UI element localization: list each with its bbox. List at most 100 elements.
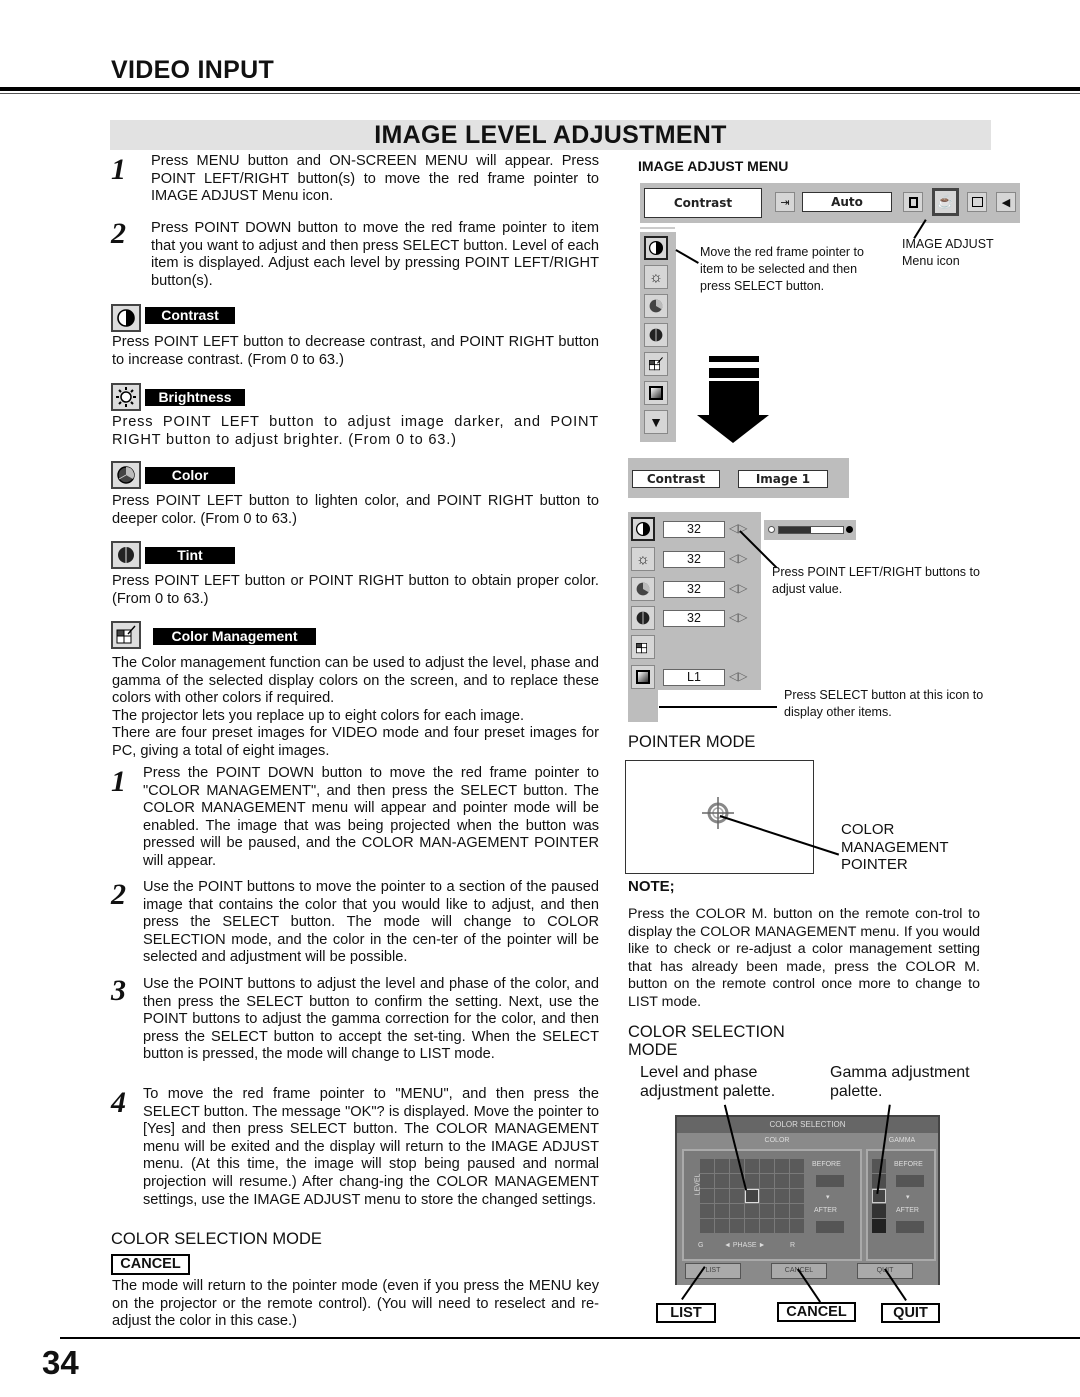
brightness-icon xyxy=(111,383,141,411)
section-title: VIDEO INPUT xyxy=(111,56,275,84)
left-right-arrows-icon[interactable]: ◁▷ xyxy=(729,521,747,535)
item-description: Press POINT LEFT button to lighten color… xyxy=(112,493,599,527)
grid-cell[interactable] xyxy=(700,1159,714,1173)
note-heading: NOTE; xyxy=(628,878,675,895)
grid-cell[interactable] xyxy=(790,1204,804,1218)
step-text: Press the POINT DOWN button to move the … xyxy=(143,765,599,869)
color-selection-dialog: COLOR SELECTION COLOR GAMMA LEVEL G ◄ PH… xyxy=(675,1115,940,1285)
tint-icon[interactable] xyxy=(631,606,655,630)
callout-pointer-label: COLOR MANAGEMENT POINTER xyxy=(841,821,949,873)
grid-cell[interactable] xyxy=(700,1174,714,1188)
grid-cell[interactable] xyxy=(730,1189,744,1203)
grid-cell[interactable] xyxy=(760,1219,774,1233)
grid-cell[interactable] xyxy=(775,1204,789,1218)
step-number: 3 xyxy=(111,974,126,1007)
grid-cell[interactable] xyxy=(715,1174,729,1188)
image-adjust-menu-icon[interactable]: ☕ xyxy=(932,188,959,216)
after-label: AFTER xyxy=(814,1207,837,1214)
brightness-icon[interactable]: ☼ xyxy=(631,547,655,571)
item-description: Press POINT LEFT button or POINT RIGHT b… xyxy=(112,573,599,607)
grid-cell[interactable] xyxy=(760,1174,774,1188)
grid-cell[interactable] xyxy=(730,1204,744,1218)
grid-cell[interactable] xyxy=(760,1159,774,1173)
dialog-title: COLOR SELECTION xyxy=(677,1117,938,1133)
osd-list-button[interactable]: LIST xyxy=(685,1263,741,1279)
color-icon xyxy=(111,461,141,489)
grid-cell[interactable] xyxy=(715,1219,729,1233)
gamma-selected-cell[interactable] xyxy=(872,1189,886,1203)
pointer-mode-screen xyxy=(625,760,814,874)
page-title: IMAGE LEVEL ADJUSTMENT xyxy=(110,120,991,150)
item-label-color: Color xyxy=(145,467,235,484)
cancel-button-label: CANCEL xyxy=(111,1254,190,1275)
color-management-icon[interactable] xyxy=(631,635,655,659)
callout-line xyxy=(659,706,777,708)
grid-cell[interactable] xyxy=(730,1219,744,1233)
gamma-after-label: AFTER xyxy=(896,1207,919,1214)
list-button-label: LIST xyxy=(656,1303,716,1323)
slider-fill xyxy=(779,527,811,533)
callout-pointer-text: Move the red frame pointer to item to be… xyxy=(700,245,864,293)
grid-cell[interactable] xyxy=(715,1159,729,1173)
value-field: L1 xyxy=(663,669,725,686)
level-phase-grid[interactable] xyxy=(700,1159,806,1235)
grid-cell[interactable] xyxy=(790,1189,804,1203)
grid-cell[interactable] xyxy=(775,1159,789,1173)
grid-cell[interactable] xyxy=(745,1159,759,1173)
left-right-arrows-icon[interactable]: ◁▷ xyxy=(729,551,747,565)
item-label-contrast: Contrast xyxy=(145,307,235,324)
grid-cell[interactable] xyxy=(760,1204,774,1218)
color-selection-mode-heading: COLOR SELECTION MODE xyxy=(111,1230,322,1248)
step-text: Press MENU button and ON-SCREEN MENU wil… xyxy=(151,153,599,205)
tint-icon[interactable] xyxy=(644,323,668,347)
sound-icon[interactable]: ◀ xyxy=(996,192,1016,212)
grid-cell[interactable] xyxy=(790,1174,804,1188)
grid-cell[interactable] xyxy=(700,1219,714,1233)
left-right-arrows-icon[interactable]: ◁▷ xyxy=(729,581,747,595)
left-right-arrows-icon[interactable]: ◁▷ xyxy=(729,610,747,624)
gamma-icon[interactable] xyxy=(631,665,655,689)
contrast-icon[interactable] xyxy=(644,236,668,260)
input-icon[interactable]: ⇥ xyxy=(775,192,795,212)
grid-cell[interactable] xyxy=(775,1189,789,1203)
cm-desc-2: The projector lets you replace up to eig… xyxy=(112,707,525,724)
setting-icon[interactable] xyxy=(967,192,987,212)
osd-item-name: Contrast xyxy=(632,470,720,488)
cm-desc-3: There are four preset images for VIDEO m… xyxy=(112,725,599,759)
grid-cell[interactable] xyxy=(745,1204,759,1218)
color-panel-title: COLOR xyxy=(764,1137,790,1144)
grid-cell[interactable] xyxy=(775,1219,789,1233)
screen-icon[interactable] xyxy=(903,192,923,212)
page-number: 34 xyxy=(42,1344,79,1381)
grid-cell[interactable] xyxy=(775,1174,789,1188)
value-field: 32 xyxy=(663,581,725,598)
after-swatch xyxy=(816,1221,844,1233)
grid-cell[interactable] xyxy=(760,1189,774,1203)
grid-cell[interactable] xyxy=(790,1219,804,1233)
value-slider[interactable] xyxy=(764,520,856,540)
osd-side-menu: ☼ ▼ xyxy=(640,232,676,442)
contrast-icon[interactable] xyxy=(631,517,655,541)
brightness-icon[interactable]: ☼ xyxy=(644,265,668,289)
step-number: 2 xyxy=(111,217,126,250)
grid-cell[interactable] xyxy=(715,1189,729,1203)
selected-cell[interactable] xyxy=(745,1189,759,1203)
grid-cell[interactable] xyxy=(715,1204,729,1218)
cm-desc-1: The Color management function can be use… xyxy=(112,655,599,707)
color-icon[interactable] xyxy=(644,294,668,318)
grid-cell[interactable] xyxy=(745,1219,759,1233)
callout-more-text: Press SELECT button at this icon to disp… xyxy=(784,688,984,719)
grid-cell[interactable] xyxy=(745,1174,759,1188)
left-right-arrows-icon[interactable]: ◁▷ xyxy=(729,669,747,683)
color-management-pointer-icon[interactable] xyxy=(700,795,736,831)
step-text: Use the POINT buttons to adjust the leve… xyxy=(143,976,599,1063)
gamma-icon[interactable] xyxy=(644,381,668,405)
step-text: Use the POINT buttons to move the pointe… xyxy=(143,879,599,966)
color-icon[interactable] xyxy=(631,577,655,601)
color-management-icon[interactable] xyxy=(644,352,668,376)
more-items-icon[interactable]: ▼ xyxy=(644,410,668,434)
grid-cell[interactable] xyxy=(700,1204,714,1218)
grid-cell[interactable] xyxy=(790,1159,804,1173)
header-rule-thin xyxy=(0,93,1080,94)
grid-cell[interactable] xyxy=(700,1189,714,1203)
